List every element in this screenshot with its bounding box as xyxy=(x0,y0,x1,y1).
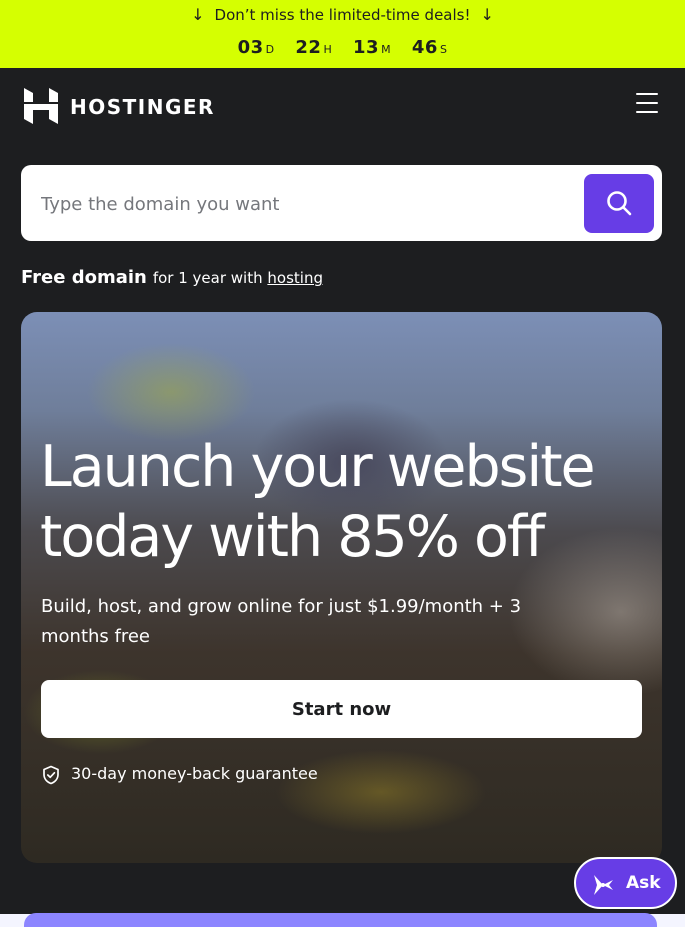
hosting-link[interactable]: hosting xyxy=(267,269,323,287)
ask-label: Ask xyxy=(626,873,661,893)
guarantee-text: 30-day money-back guarantee xyxy=(71,764,318,783)
countdown-seconds: 46 xyxy=(411,37,438,58)
hero-subtitle: Build, host, and grow online for just $1… xyxy=(41,596,522,647)
brand-name[interactable]: HOSTINGER xyxy=(70,95,215,119)
hero-title: Launch your website today with 85% off xyxy=(40,432,640,572)
hamburger-menu-icon[interactable] xyxy=(636,93,658,115)
countdown-timer: 03 D 22 H 13 M 46 S xyxy=(0,37,685,58)
countdown-unit: D xyxy=(265,43,275,56)
hero-title-line1: Launch your website xyxy=(40,434,596,500)
countdown-days: 03 xyxy=(237,37,264,58)
next-section-edge xyxy=(24,913,657,927)
free-domain-note: Free domain for 1 year with hosting xyxy=(21,267,323,288)
promo-banner: ↓ Don’t miss the limited-time deals! ↓ 03 D… xyxy=(0,0,685,68)
hero-title-line2: today with 85% off xyxy=(40,504,545,570)
countdown-unit: H xyxy=(323,43,333,56)
free-domain-bold: Free domain xyxy=(21,267,147,288)
arrow-down-icon: ↓ xyxy=(480,5,494,24)
shield-check-icon xyxy=(43,765,59,785)
main-section: HOSTINGER Free domain for 1 year with hos… xyxy=(0,68,685,914)
hero-card: Launch your website today with 85% off B… xyxy=(21,312,662,863)
promo-text: Don’t miss the limited-time deals! xyxy=(214,6,471,24)
countdown-minutes: 13 xyxy=(353,37,380,58)
domain-search-input[interactable] xyxy=(39,165,583,243)
arrow-down-icon: ↓ xyxy=(191,5,205,24)
search-icon xyxy=(607,191,632,216)
ask-button[interactable]: Ask xyxy=(574,857,677,909)
countdown-unit: S xyxy=(439,43,448,56)
domain-search xyxy=(21,165,662,243)
search-button[interactable] xyxy=(584,174,654,233)
free-domain-text: for 1 year with xyxy=(152,269,263,287)
countdown-hours: 22 xyxy=(295,37,322,58)
hostinger-logo-icon[interactable] xyxy=(24,88,58,124)
sparkle-icon xyxy=(594,875,613,895)
start-now-button[interactable]: Start now xyxy=(41,680,642,738)
promo-message: ↓ Don’t miss the limited-time deals! ↓ xyxy=(0,5,685,24)
countdown-unit: M xyxy=(381,43,392,56)
